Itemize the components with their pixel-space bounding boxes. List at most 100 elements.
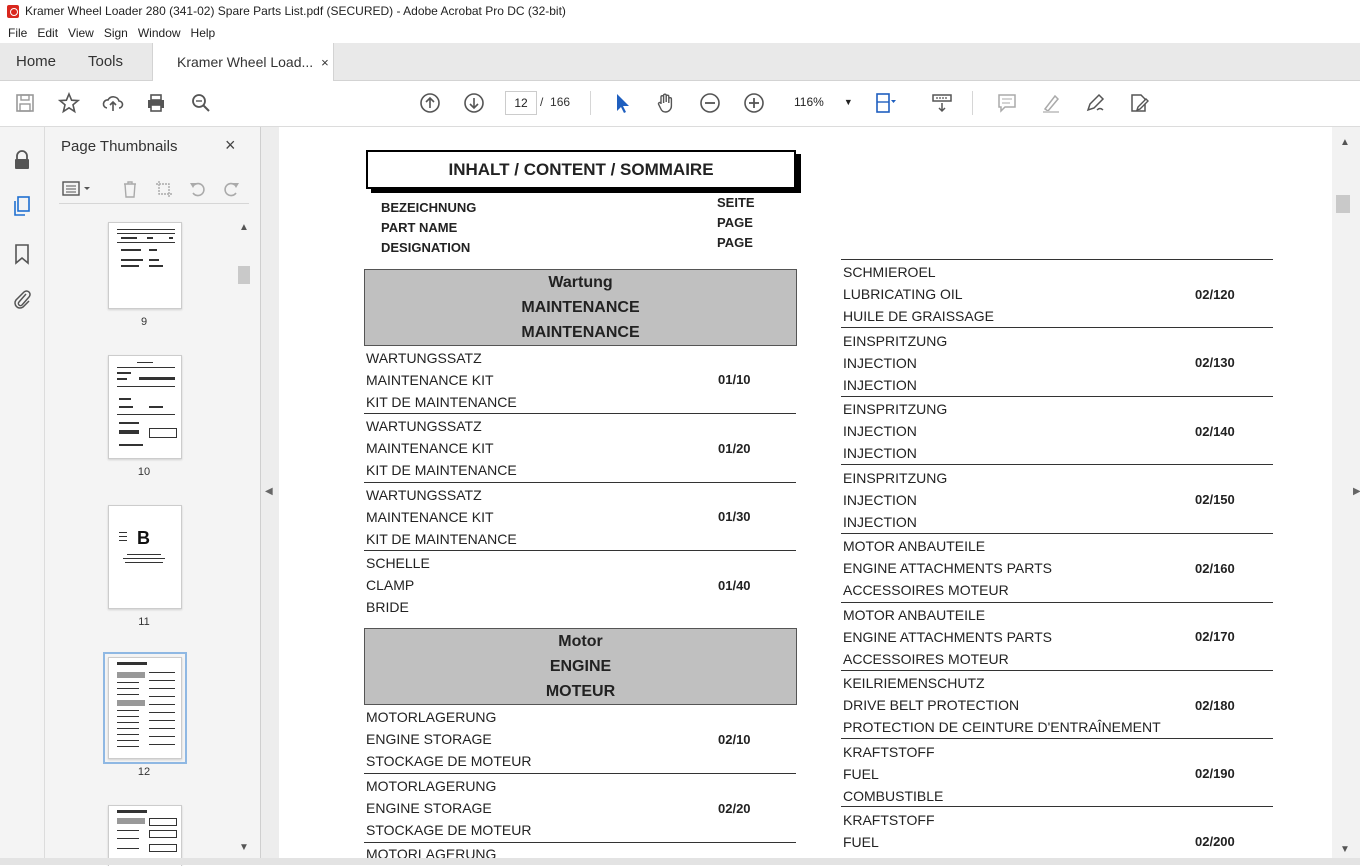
save-icon[interactable] (13, 91, 37, 115)
entry-page-ref[interactable]: 02/170 (1195, 626, 1235, 648)
menu-sign[interactable]: Sign (104, 26, 128, 40)
entry-name-fr: KIT DE MAINTENANCE (366, 394, 517, 410)
toc-entry[interactable]: MOTORLAGERUNG ENGINE STORAGE STOCKAGE DE… (366, 775, 531, 841)
scrollbar-thumb[interactable] (1336, 195, 1350, 213)
toc-entry[interactable]: MOTOR ANBAUTEILE ENGINE ATTACHMENTS PART… (843, 535, 1052, 601)
horizontal-scrollbar[interactable] (0, 858, 1360, 865)
entry-name-en: MAINTENANCE KIT (366, 440, 494, 456)
entry-page-ref[interactable]: 02/130 (1195, 352, 1235, 374)
scroll-down-icon[interactable]: ▼ (239, 842, 249, 853)
entry-name-fr: PROTECTION DE CEINTURE D'ENTRAÎNEMENT (843, 719, 1161, 735)
zoom-in-icon[interactable] (742, 91, 766, 115)
entry-name-en: ENGINE ATTACHMENTS PARTS (843, 560, 1052, 576)
tab-close-icon[interactable]: × (321, 55, 329, 70)
entry-page-ref[interactable]: 02/10 (718, 729, 751, 751)
edit-sign-icon[interactable] (1127, 91, 1151, 115)
hand-tool-icon[interactable] (654, 91, 678, 115)
page-thumbnails-icon[interactable] (11, 195, 33, 217)
entry-name-de: WARTUNGSSATZ (366, 487, 482, 503)
entry-page-ref[interactable]: 02/200 (1195, 831, 1235, 853)
entry-page-ref[interactable]: 02/190 (1195, 763, 1235, 785)
highlight-pen-icon[interactable] (1039, 91, 1063, 115)
entry-name-fr: KIT DE MAINTENANCE (366, 462, 517, 478)
rotate-left-icon[interactable] (188, 179, 208, 204)
toc-entry[interactable]: KRAFTSTOFF FUEL (843, 809, 935, 858)
page-thumbnail[interactable] (108, 805, 182, 866)
entry-page-ref[interactable]: 01/20 (718, 438, 751, 460)
zoom-level-select[interactable]: 116% ▼ (786, 91, 853, 113)
menu-file[interactable]: File (8, 26, 27, 40)
page-thumbnail[interactable] (108, 355, 182, 459)
tab-home[interactable]: Home (16, 43, 56, 80)
page-fit-icon[interactable] (873, 91, 897, 115)
entry-name-de: MOTORLAGERUNG (366, 846, 497, 858)
page-thumbnail[interactable] (108, 222, 182, 309)
lock-icon[interactable] (11, 149, 33, 171)
menu-edit[interactable]: Edit (37, 26, 58, 40)
scroll-up-icon[interactable]: ▲ (239, 222, 249, 233)
draw-pen-icon[interactable] (1083, 91, 1107, 115)
divider (841, 464, 1273, 465)
bookmark-star-icon[interactable] (57, 91, 81, 115)
scrollbar-thumb[interactable] (238, 266, 250, 284)
entry-page-ref[interactable]: 02/20 (718, 798, 751, 820)
entry-page-ref[interactable]: 02/150 (1195, 489, 1235, 511)
entry-page-ref[interactable]: 02/180 (1195, 695, 1235, 717)
previous-page-icon[interactable] (418, 91, 442, 115)
expand-panel-icon[interactable]: ▶ (1353, 486, 1360, 497)
entry-page-ref[interactable]: 02/120 (1195, 284, 1235, 306)
toc-entry[interactable]: EINSPRITZUNG INJECTION INJECTION (843, 330, 947, 396)
delete-page-icon[interactable] (120, 179, 140, 204)
scroll-mode-icon[interactable] (930, 91, 954, 115)
page-thumbnail-selected[interactable] (103, 652, 187, 764)
thumbnail-options-icon[interactable] (62, 180, 94, 203)
entry-page-ref[interactable]: 02/140 (1195, 421, 1235, 443)
toc-entry[interactable]: KRAFTSTOFF FUEL COMBUSTIBLE (843, 741, 943, 807)
tab-document[interactable]: Kramer Wheel Load... × (152, 43, 334, 81)
tab-document-label: Kramer Wheel Load... (177, 54, 314, 70)
toc-entry[interactable]: WARTUNGSSATZ MAINTENANCE KIT KIT DE MAIN… (366, 347, 517, 413)
print-icon[interactable] (144, 91, 168, 115)
entry-name-en: FUEL (843, 834, 879, 850)
toc-entry[interactable]: WARTUNGSSATZ MAINTENANCE KIT KIT DE MAIN… (366, 484, 517, 550)
menu-help[interactable]: Help (191, 26, 216, 40)
tab-tools[interactable]: Tools (88, 43, 123, 80)
close-icon[interactable]: × (225, 135, 236, 156)
toc-entry[interactable]: EINSPRITZUNG INJECTION INJECTION (843, 398, 947, 464)
collapse-panel-icon[interactable]: ◀ (265, 486, 273, 497)
toc-entry[interactable]: MOTORLAGERUNG (366, 844, 496, 858)
upload-cloud-icon[interactable] (101, 91, 125, 115)
toc-entry[interactable]: SCHELLE CLAMP BRIDE (366, 552, 430, 618)
scroll-up-icon[interactable]: ▲ (1340, 137, 1350, 148)
toc-entry[interactable]: EINSPRITZUNG INJECTION INJECTION (843, 467, 947, 533)
zoom-out-icon[interactable] (698, 91, 722, 115)
entry-page-ref[interactable]: 01/30 (718, 506, 751, 528)
menu-view[interactable]: View (68, 26, 94, 40)
zoom-search-icon[interactable] (189, 91, 213, 115)
comment-icon[interactable] (995, 91, 1019, 115)
toc-entry[interactable]: MOTORLAGERUNG ENGINE STORAGE STOCKAGE DE… (366, 706, 531, 772)
toc-entry[interactable]: WARTUNGSSATZ MAINTENANCE KIT KIT DE MAIN… (366, 415, 517, 481)
rotate-right-icon[interactable] (221, 179, 241, 204)
entry-page-ref[interactable]: 01/10 (718, 369, 751, 391)
select-cursor-icon[interactable] (610, 91, 634, 115)
toc-entry[interactable]: MOTOR ANBAUTEILE ENGINE ATTACHMENTS PART… (843, 604, 1052, 670)
crop-page-icon[interactable] (154, 179, 174, 204)
divider (841, 259, 1273, 260)
bookmarks-icon[interactable] (11, 243, 33, 265)
menu-window[interactable]: Window (138, 26, 181, 40)
entry-name-de: MOTOR ANBAUTEILE (843, 607, 986, 623)
attachments-icon[interactable] (11, 288, 33, 310)
next-page-icon[interactable] (462, 91, 486, 115)
chevron-down-icon: ▼ (843, 97, 853, 107)
entry-page-ref[interactable]: 01/40 (718, 575, 751, 597)
toc-entry[interactable]: SCHMIEROEL LUBRICATING OIL HUILE DE GRAI… (843, 261, 994, 327)
page-thumbnail[interactable]: B (108, 505, 182, 609)
scroll-down-icon[interactable]: ▼ (1340, 844, 1350, 855)
thumbnail-scrollbar[interactable]: ▲ ▼ (237, 222, 251, 857)
toc-entry[interactable]: KEILRIEMENSCHUTZ DRIVE BELT PROTECTION P… (843, 672, 1161, 738)
entry-name-en: LUBRICATING OIL (843, 286, 963, 302)
divider (364, 773, 796, 774)
entry-page-ref[interactable]: 02/160 (1195, 558, 1235, 580)
page-number-input[interactable]: 12 (505, 91, 537, 115)
